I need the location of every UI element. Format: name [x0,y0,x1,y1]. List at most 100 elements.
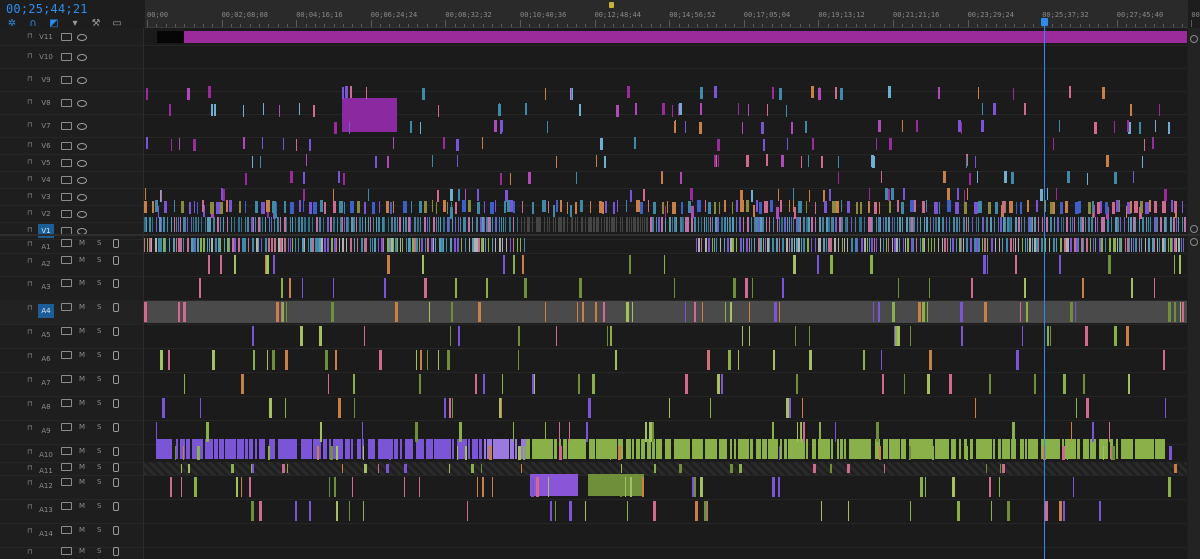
audio-clip[interactable] [931,238,932,252]
video-clip[interactable] [410,217,411,232]
video-clip[interactable] [1024,103,1026,115]
audio-clip[interactable] [669,398,670,418]
audio-clip[interactable] [249,439,253,459]
video-clip[interactable] [458,217,459,232]
lock-icon[interactable]: ⊓ [27,158,32,166]
audio-clip[interactable] [920,477,923,497]
video-clip[interactable] [399,217,401,232]
audio-clip[interactable] [467,501,468,521]
audio-clip[interactable] [173,238,175,252]
video-clip[interactable] [759,202,762,214]
video-clip[interactable] [1065,201,1068,213]
video-clip[interactable] [417,217,419,232]
audio-clip[interactable] [1174,255,1175,274]
video-clip[interactable] [286,217,287,232]
audio-clip[interactable] [1032,238,1033,252]
video-clip[interactable] [443,200,446,212]
audio-clip[interactable] [569,501,572,521]
audio-clip[interactable] [450,238,452,252]
audio-clip[interactable] [986,464,987,473]
audio-clip[interactable] [698,238,700,252]
video-clip[interactable] [724,200,726,212]
video-clip[interactable] [653,202,656,214]
audio-clip[interactable] [252,326,254,346]
video-track-header[interactable]: ⊓ V11 [0,28,143,46]
audio-clip[interactable] [626,302,629,322]
audio-clip[interactable] [520,238,521,252]
video-clip[interactable] [342,87,344,99]
solo-button[interactable]: S [97,303,101,311]
audio-clip[interactable] [363,446,364,460]
video-clip[interactable] [829,189,831,201]
video-clip[interactable] [856,202,858,214]
solo-button[interactable]: S [97,463,101,471]
eye-icon[interactable] [77,122,87,130]
audio-clip[interactable] [569,422,570,442]
audio-clip[interactable] [419,374,421,394]
video-clip[interactable] [450,189,453,201]
audio-track-header[interactable]: ⊓ A12 M S [0,475,143,500]
audio-clip[interactable] [595,302,597,322]
audio-clip[interactable] [147,238,148,252]
video-clip[interactable] [343,173,345,185]
toggle-sync-lock-icon[interactable] [61,175,72,184]
video-clip[interactable] [179,138,180,150]
audio-clip[interactable] [336,446,338,460]
audio-clip[interactable] [830,464,832,473]
video-clip[interactable] [510,173,511,185]
video-clip[interactable] [669,217,671,232]
video-clip[interactable] [872,217,873,232]
audio-clip[interactable] [524,238,525,252]
audio-clip[interactable] [199,278,201,298]
audio-clip[interactable] [1035,439,1038,459]
audio-clip[interactable] [1053,238,1055,252]
audio-clip[interactable] [510,238,511,252]
audio-clip[interactable] [187,238,189,252]
audio-clip[interactable] [834,238,836,252]
audio-clip[interactable] [1006,439,1010,459]
audio-clip[interactable] [421,439,424,459]
audio-clip[interactable] [244,238,246,252]
audio-clip[interactable] [452,398,453,418]
video-clip[interactable] [1092,201,1094,213]
video-clip[interactable] [577,217,578,232]
audio-clip[interactable] [455,278,457,298]
video-clip[interactable] [688,201,691,213]
audio-clip[interactable] [502,374,503,394]
video-clip[interactable] [1053,202,1055,214]
audio-clip[interactable] [478,238,480,252]
audio-clip[interactable] [300,326,303,346]
video-clip[interactable] [968,217,969,232]
video-clip[interactable] [1087,173,1088,185]
audio-clip[interactable] [642,477,644,497]
video-clip[interactable] [732,202,733,214]
video-clip[interactable] [386,201,389,213]
audio-clip[interactable] [321,238,323,252]
lock-icon[interactable]: ⊓ [27,141,32,149]
video-clip[interactable] [468,217,470,232]
audio-clip[interactable] [896,238,898,252]
audio-clip[interactable] [701,238,702,252]
video-clip[interactable] [786,105,787,117]
audio-clip[interactable] [1121,238,1122,252]
video-clip[interactable] [756,200,758,212]
video-clip[interactable] [806,201,807,213]
audio-clip[interactable] [782,238,784,252]
audio-clip[interactable] [251,501,254,521]
video-clip[interactable] [280,217,281,232]
video-clip[interactable] [571,88,572,100]
audio-clip[interactable] [1174,302,1176,322]
audio-clip[interactable] [502,238,503,252]
audio-clip[interactable] [869,238,870,252]
video-clip[interactable] [260,217,261,232]
video-clip[interactable] [1184,217,1186,232]
video-clip[interactable] [253,217,254,232]
audio-track-lane[interactable] [144,547,1187,559]
audio-clip[interactable] [579,278,582,298]
video-clip[interactable] [213,217,215,232]
video-clip[interactable] [883,217,884,232]
audio-clip[interactable] [1059,255,1061,274]
video-clip[interactable] [403,201,407,213]
video-clip[interactable] [888,189,890,201]
audio-clip[interactable] [751,238,752,252]
